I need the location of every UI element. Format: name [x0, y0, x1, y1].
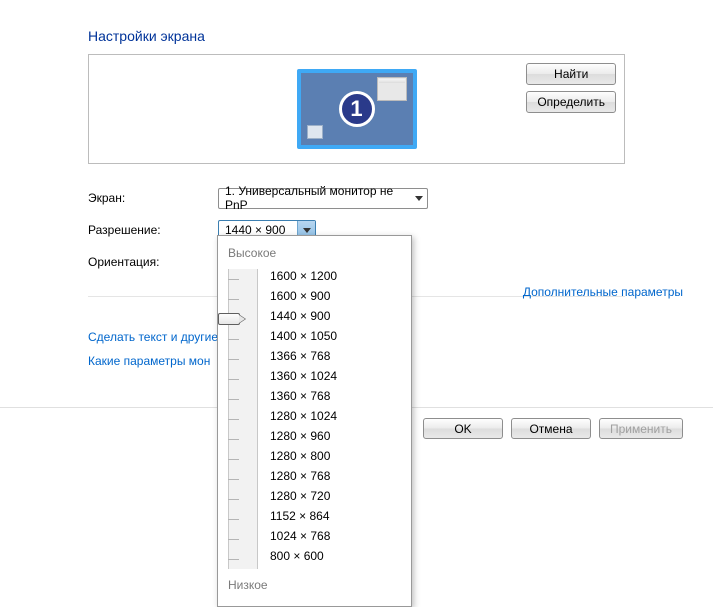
display-dropdown-value: 1. Универсальный монитор не PnP	[225, 184, 415, 212]
resolution-option[interactable]: 1366 × 768	[270, 346, 401, 366]
chevron-down-icon	[303, 228, 311, 233]
resolution-option[interactable]: 1280 × 800	[270, 446, 401, 466]
page-title: Настройки экрана	[30, 20, 683, 54]
monitor-thumbnail[interactable]: 1	[297, 69, 417, 149]
window-icon	[377, 77, 407, 101]
display-preview-box: 1 Найти Определить	[88, 54, 625, 164]
resolution-option[interactable]: 1280 × 720	[270, 486, 401, 506]
label-orientation: Ориентация:	[88, 255, 218, 269]
resolution-popup: Высокое 1600 × 12001600 × 9001440 × 9001…	[217, 235, 412, 607]
advanced-settings-link[interactable]: Дополнительные параметры	[523, 285, 683, 299]
resolution-option[interactable]: 1400 × 1050	[270, 326, 401, 346]
resolution-option[interactable]: 800 × 600	[270, 546, 401, 566]
find-button[interactable]: Найти	[526, 63, 616, 85]
display-dropdown[interactable]: 1. Универсальный монитор не PnP	[218, 188, 428, 209]
chevron-down-icon	[415, 196, 423, 201]
resolution-option[interactable]: 1280 × 1024	[270, 406, 401, 426]
resolution-option[interactable]: 1440 × 900	[270, 306, 401, 326]
resolution-option-list: 1600 × 12001600 × 9001440 × 9001400 × 10…	[258, 266, 401, 572]
resolution-slider-thumb[interactable]	[218, 313, 240, 325]
resolution-option[interactable]: 1600 × 1200	[270, 266, 401, 286]
resolution-option[interactable]: 1280 × 960	[270, 426, 401, 446]
monitor-number-badge: 1	[339, 91, 375, 127]
resolution-option[interactable]: 1152 × 864	[270, 506, 401, 526]
resolution-option[interactable]: 1600 × 900	[270, 286, 401, 306]
cancel-button[interactable]: Отмена	[511, 418, 591, 439]
ok-button[interactable]: OK	[423, 418, 503, 439]
apply-button[interactable]: Применить	[599, 418, 683, 439]
resolution-option[interactable]: 1024 × 768	[270, 526, 401, 546]
resolution-option[interactable]: 1360 × 768	[270, 386, 401, 406]
label-resolution: Разрешение:	[88, 223, 218, 237]
identify-button[interactable]: Определить	[526, 91, 616, 113]
desktop-item-icon	[307, 125, 323, 139]
resolution-high-label: Высокое	[228, 246, 401, 260]
resolution-low-label: Низкое	[228, 578, 401, 592]
resolution-option[interactable]: 1360 × 1024	[270, 366, 401, 386]
resolution-slider-track[interactable]	[228, 269, 258, 569]
label-display: Экран:	[88, 191, 218, 205]
resolution-option[interactable]: 1280 × 768	[270, 466, 401, 486]
